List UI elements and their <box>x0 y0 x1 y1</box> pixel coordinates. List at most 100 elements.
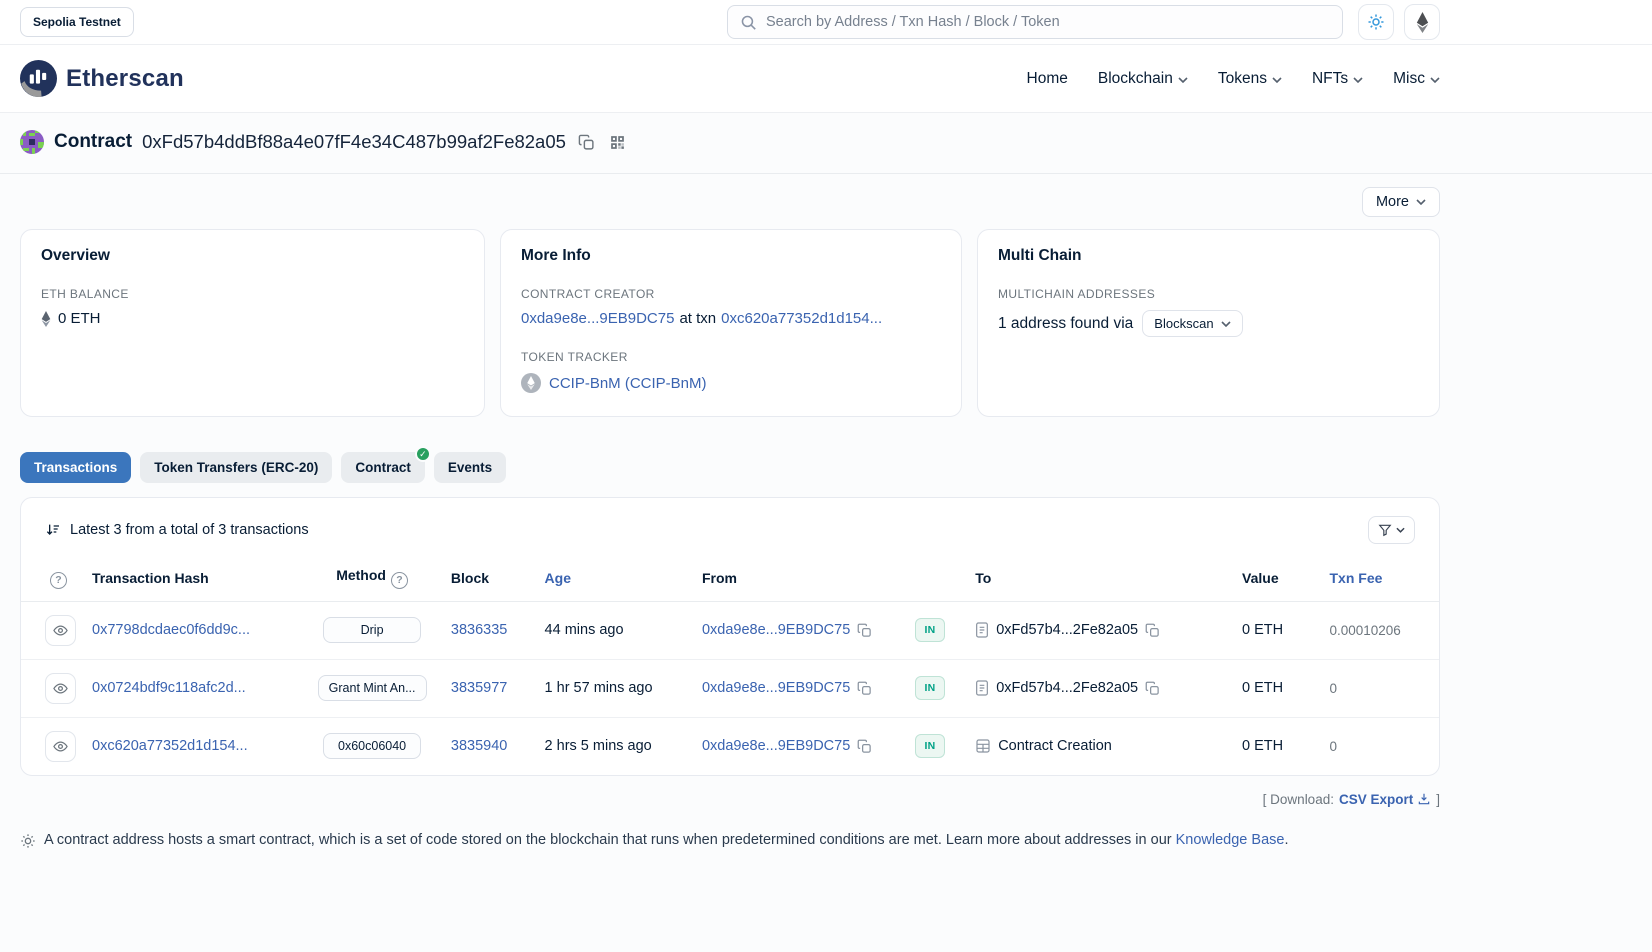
page-title: Contract <box>54 131 132 153</box>
etherscan-logo-icon <box>20 60 57 97</box>
age-cell: 1 hr 57 mins ago <box>537 659 694 717</box>
value-cell: 0 ETH <box>1234 659 1321 717</box>
contract-file-icon <box>975 680 989 696</box>
col-header-hash: Transaction Hash <box>84 557 301 601</box>
overview-card-title: Overview <box>41 247 464 265</box>
multichain-card-title: Multi Chain <box>998 247 1419 265</box>
txn-hash-link[interactable]: 0x0724bdf9c118afc2d... <box>92 680 246 696</box>
transactions-panel: Latest 3 from a total of 3 transactions … <box>20 497 1440 776</box>
verified-check-icon: ✓ <box>415 446 431 462</box>
copy-to-button[interactable] <box>1145 623 1160 638</box>
chevron-down-icon <box>1430 77 1440 83</box>
tab-transactions[interactable]: Transactions <box>20 452 131 483</box>
main-nav: Home Blockchain Tokens NFTs <box>1027 70 1440 88</box>
txn-hash-link[interactable]: 0x7798dcdaec0f6dd9c... <box>92 622 250 638</box>
chevron-down-icon <box>1396 527 1405 533</box>
copy-icon <box>857 623 872 638</box>
note-suffix: . <box>1284 832 1288 848</box>
tab-bar: Transactions Token Transfers (ERC-20) Co… <box>20 452 1440 483</box>
from-address-link[interactable]: 0xda9e8e...9EB9DC75 <box>702 622 850 638</box>
etherscan-logo[interactable]: Etherscan <box>20 60 184 97</box>
nav-tokens-label: Tokens <box>1218 70 1267 88</box>
info-cards: Overview ETH BALANCE 0 ETH More Info CON… <box>20 229 1440 417</box>
method-help-icon[interactable]: ? <box>391 572 408 589</box>
col-header-from: From <box>694 557 908 601</box>
preview-txn-button[interactable] <box>45 673 76 704</box>
copy-icon <box>1145 681 1160 696</box>
method-badge[interactable]: Grant Mint An... <box>318 675 427 701</box>
block-link[interactable]: 3836335 <box>451 622 507 638</box>
nav-blockchain[interactable]: Blockchain <box>1098 70 1188 88</box>
theme-toggle-button[interactable] <box>1358 4 1394 40</box>
top-bar: Sepolia Testnet <box>0 0 1652 45</box>
contract-header: Contract 0xFd57b4ddBf88a4e07fF4e34C487b9… <box>20 130 1440 154</box>
creator-address-link[interactable]: 0xda9e8e...9EB9DC75 <box>521 310 674 327</box>
preview-txn-button[interactable] <box>45 731 76 762</box>
token-tracker-link[interactable]: CCIP-BnM (CCIP-BnM) <box>549 375 707 392</box>
download-suffix: ] <box>1436 792 1440 807</box>
nav-tokens[interactable]: Tokens <box>1218 70 1282 88</box>
nav-home[interactable]: Home <box>1027 70 1068 88</box>
qr-code-button[interactable] <box>607 132 628 153</box>
col-header-direction <box>907 557 967 601</box>
search-icon <box>740 14 757 31</box>
contract-creation-icon <box>975 738 991 754</box>
direction-badge: IN <box>915 676 944 700</box>
copy-from-button[interactable] <box>857 681 872 696</box>
col-header-method: Method? <box>301 557 443 601</box>
nav-nfts[interactable]: NFTs <box>1312 70 1363 88</box>
preview-txn-button[interactable] <box>45 615 76 646</box>
filter-funnel-icon <box>1378 523 1392 537</box>
contract-address: 0xFd57b4ddBf88a4e07fF4e34C487b99af2Fe82a… <box>142 131 566 153</box>
nav-home-label: Home <box>1027 70 1068 88</box>
method-badge[interactable]: 0x60c06040 <box>323 733 421 759</box>
tab-contract[interactable]: Contract ✓ <box>341 452 425 483</box>
nav-misc[interactable]: Misc <box>1393 70 1440 88</box>
copy-address-button[interactable] <box>576 132 597 153</box>
help-icon[interactable]: ? <box>50 572 67 589</box>
blockscan-dropdown-button[interactable]: Blockscan <box>1142 310 1242 337</box>
copy-from-button[interactable] <box>857 739 872 754</box>
multichain-card: Multi Chain MULTICHAIN ADDRESSES 1 addre… <box>977 229 1440 417</box>
eye-icon <box>53 681 68 696</box>
search-box[interactable] <box>727 5 1343 39</box>
contract-creator-label: CONTRACT CREATOR <box>521 287 941 301</box>
knowledge-base-link[interactable]: Knowledge Base <box>1176 832 1285 848</box>
col-header-fee[interactable]: Txn Fee <box>1321 557 1439 601</box>
filter-button[interactable] <box>1368 516 1415 544</box>
search-input[interactable] <box>766 14 1330 30</box>
from-address-link[interactable]: 0xda9e8e...9EB9DC75 <box>702 680 850 696</box>
txn-hash-link[interactable]: 0xc620a77352d1d154... <box>92 738 248 754</box>
method-badge[interactable]: Drip <box>323 617 421 643</box>
network-ethereum-button[interactable] <box>1404 4 1440 40</box>
transaction-row: 0xc620a77352d1d154... 0x60c06040 3835940… <box>21 717 1439 775</box>
block-link[interactable]: 3835977 <box>451 680 507 696</box>
more-button[interactable]: More <box>1362 187 1440 217</box>
copy-to-button[interactable] <box>1145 681 1160 696</box>
to-address: 0xFd57b4...2Fe82a05 <box>996 680 1138 696</box>
blockscan-dropdown-label: Blockscan <box>1154 316 1213 331</box>
page-body: Contract 0xFd57b4ddBf88a4e07fF4e34C487b9… <box>0 113 1652 952</box>
chevron-down-icon <box>1221 321 1231 327</box>
download-prefix: [ Download: <box>1263 792 1334 807</box>
col-header-value: Value <box>1234 557 1321 601</box>
tab-events[interactable]: Events <box>434 452 506 483</box>
contract-file-icon <box>975 622 989 638</box>
nav-nfts-label: NFTs <box>1312 70 1348 88</box>
tab-token-transfers[interactable]: Token Transfers (ERC-20) <box>140 452 332 483</box>
copy-icon <box>857 681 872 696</box>
copy-from-button[interactable] <box>857 623 872 638</box>
qr-code-icon <box>609 134 626 151</box>
sun-icon <box>1367 13 1385 31</box>
csv-export-link[interactable]: CSV Export <box>1339 792 1431 807</box>
copy-icon <box>578 134 595 151</box>
token-icon <box>521 373 541 393</box>
multichain-found-text: 1 address found via <box>998 315 1133 333</box>
network-selector-button[interactable]: Sepolia Testnet <box>20 7 134 37</box>
creation-txn-link[interactable]: 0xc620a77352d1d154... <box>721 310 882 327</box>
chevron-down-icon <box>1416 199 1426 205</box>
col-header-age[interactable]: Age <box>537 557 694 601</box>
creator-connector-text: at txn <box>679 310 716 327</box>
block-link[interactable]: 3835940 <box>451 738 507 754</box>
from-address-link[interactable]: 0xda9e8e...9EB9DC75 <box>702 738 850 754</box>
